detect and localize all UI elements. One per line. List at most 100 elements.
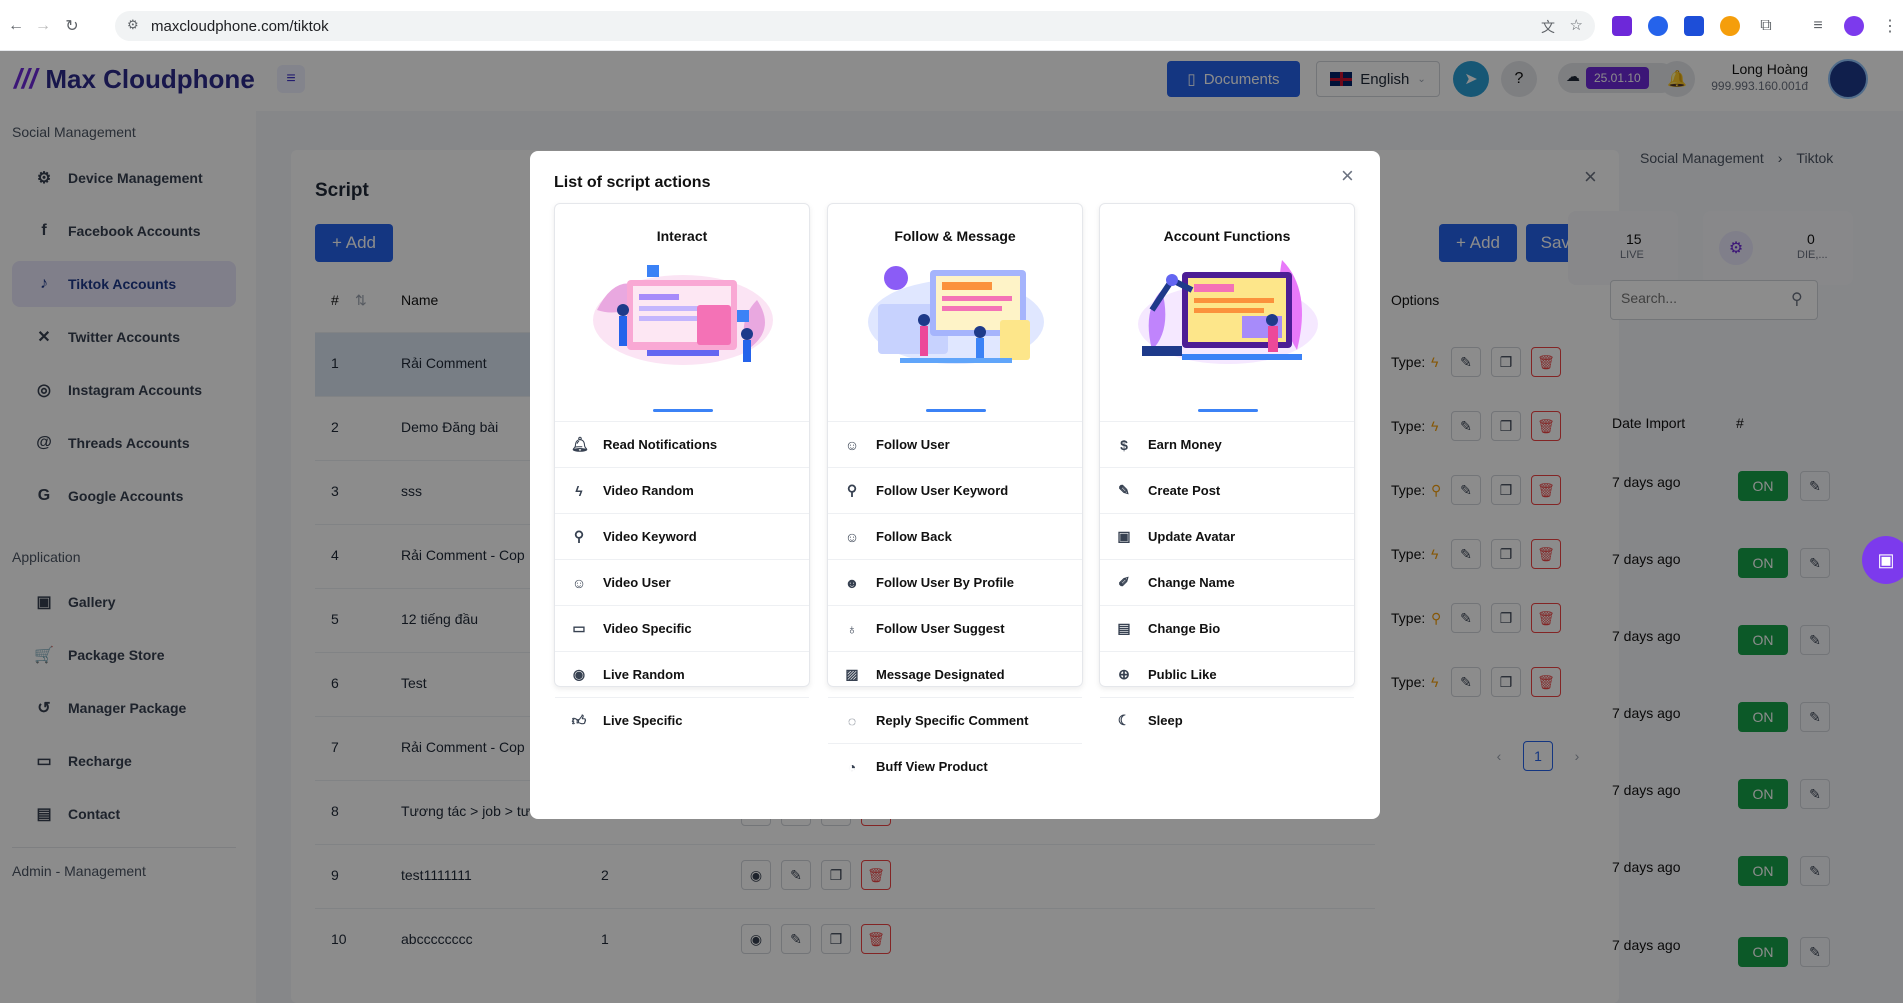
column-title: Follow & Message — [894, 228, 1016, 244]
action-list: 🔔︎ Read Notifications ϟ Video Random ⚲ Vide… — [555, 421, 809, 743]
progress-bar — [926, 409, 986, 412]
bell-icon: 🔔︎ — [571, 436, 589, 452]
edit-square-icon: ✎ — [1118, 482, 1130, 498]
progress-bar — [1198, 409, 1258, 412]
action-label: Follow User By Profile — [876, 575, 1014, 590]
back-icon[interactable]: ← — [6, 16, 26, 36]
id-card-icon: ▤ — [1117, 620, 1131, 636]
action-column-interact: Interact 🔔︎ Read Notifications ϟ Video Ran… — [554, 203, 810, 728]
url-text: maxcloudphone.com/tiktok — [151, 18, 329, 35]
action-label: Sleep — [1148, 713, 1183, 728]
bulb-icon: ♁ — [846, 620, 858, 637]
action-label: Change Bio — [1148, 621, 1221, 636]
pencil-icon: ✐ — [1118, 574, 1130, 590]
action-label: Follow User Suggest — [876, 621, 1005, 636]
extension-icon[interactable] — [1648, 16, 1668, 36]
action-change-name[interactable]: ✐ Change Name — [1100, 559, 1354, 605]
action-list: $ Earn Money ✎ Create Post ▣ Update Avatar … — [1100, 421, 1354, 743]
site-info-icon[interactable]: ⚙ — [127, 17, 139, 33]
action-label: Video Specific — [603, 621, 692, 636]
translate-icon[interactable]: 文 — [1541, 17, 1555, 37]
comment-icon: ◌ — [847, 712, 857, 729]
action-label: Message Designated — [876, 667, 1005, 682]
action-column-account-functions: Account Functions $ Earn Money ✎ Create Po… — [1099, 203, 1355, 728]
address-bar[interactable]: ⚙ maxcloudphone.com/tiktok 文 ☆ — [115, 11, 1595, 41]
bookmark-star-icon[interactable]: ☆ — [1570, 16, 1583, 34]
action-buff-view-product[interactable]: ◔ Buff View Product — [828, 743, 1082, 789]
action-label: Update Avatar — [1148, 529, 1236, 544]
eye-icon: ◉ — [572, 666, 586, 682]
action-message-designated[interactable]: ▨ Message Designated — [828, 651, 1082, 697]
extensions-puzzle-icon[interactable]: ⧉ — [1756, 16, 1776, 36]
action-video-keyword[interactable]: ⚲ Video Keyword — [555, 513, 809, 559]
action-label: Live Specific — [603, 713, 683, 728]
action-live-random[interactable]: ◉ Live Random — [555, 651, 809, 697]
action-label: Change Name — [1148, 575, 1235, 590]
browser-toolbar: ← → ↻ ⚙ maxcloudphone.com/tiktok 文 ☆ ⧉ ≡… — [0, 0, 1903, 51]
action-follow-user-suggest[interactable]: ♁ Follow User Suggest — [828, 605, 1082, 651]
user-follow-icon: ☺ — [844, 436, 860, 453]
action-public-like[interactable]: ⊕ Public Like — [1100, 651, 1354, 697]
script-actions-modal: List of script actions × Interact 🔔︎ Read… — [530, 151, 1380, 819]
action-label: Buff View Product — [876, 759, 988, 774]
action-follow-user[interactable]: ☺ Follow User — [828, 421, 1082, 467]
action-label: Follow Back — [876, 529, 952, 544]
action-video-user[interactable]: ☺ Video User — [555, 559, 809, 605]
modal-title: List of script actions — [554, 174, 711, 191]
dollar-icon: $ — [1120, 436, 1128, 453]
search-icon: ⚲ — [573, 528, 585, 544]
user-icon: ☺ — [571, 574, 587, 591]
progress-bar — [653, 409, 713, 412]
action-reply-specific-comment[interactable]: ◌ Reply Specific Comment — [828, 697, 1082, 743]
action-label: Read Notifications — [603, 437, 718, 452]
reload-icon[interactable]: ↻ — [62, 16, 82, 36]
gauge-icon: ◔ — [847, 758, 857, 775]
forward-icon[interactable]: → — [33, 16, 53, 36]
image-icon: ▣ — [1117, 528, 1131, 544]
user-back-icon: ☺ — [844, 528, 860, 545]
interact-illustration — [593, 265, 773, 365]
action-label: Earn Money — [1148, 437, 1222, 452]
close-icon[interactable]: × — [1341, 163, 1354, 189]
thumbs-up-icon: 👍︎ — [571, 712, 587, 728]
action-earn-money[interactable]: $ Earn Money — [1100, 421, 1354, 467]
action-label: Video Random — [603, 483, 694, 498]
action-list: ☺ Follow User ⚲ Follow User Keyword ☺ Follo… — [828, 421, 1082, 789]
action-follow-back[interactable]: ☺ Follow Back — [828, 513, 1082, 559]
account-functions-illustration — [1138, 260, 1318, 364]
action-label: Live Random — [603, 667, 685, 682]
action-label: Follow User — [876, 437, 950, 452]
action-label: Video Keyword — [603, 529, 697, 544]
action-label: Follow User Keyword — [876, 483, 1009, 498]
user-search-icon: ☻ — [844, 574, 860, 591]
video-icon: ▭ — [572, 620, 586, 636]
action-create-post[interactable]: ✎ Create Post — [1100, 467, 1354, 513]
action-column-follow-message: Follow & Message ☺ Follow User ⚲ Follow Us… — [827, 203, 1083, 775]
action-change-bio[interactable]: ▤ Change Bio — [1100, 605, 1354, 651]
floating-action-button[interactable]: ▣ — [1862, 536, 1903, 584]
action-live-specific[interactable]: 👍︎ Live Specific — [555, 697, 809, 743]
media-icon[interactable]: ≡ — [1808, 16, 1828, 36]
action-follow-user-by-profile[interactable]: ☻ Follow User By Profile — [828, 559, 1082, 605]
column-title: Account Functions — [1163, 228, 1291, 244]
extension-icon[interactable] — [1684, 16, 1704, 36]
action-label: Create Post — [1148, 483, 1221, 498]
action-update-avatar[interactable]: ▣ Update Avatar — [1100, 513, 1354, 559]
menu-icon[interactable]: ⋮ — [1880, 16, 1900, 36]
action-video-specific[interactable]: ▭ Video Specific — [555, 605, 809, 651]
action-video-random[interactable]: ϟ Video Random — [555, 467, 809, 513]
action-read-notifications[interactable]: 🔔︎ Read Notifications — [555, 421, 809, 467]
message-icon: ▨ — [845, 666, 859, 682]
globe-icon: ⊕ — [1118, 666, 1130, 682]
profile-avatar[interactable] — [1844, 16, 1864, 36]
action-label: Video User — [603, 575, 671, 590]
action-follow-user-keyword[interactable]: ⚲ Follow User Keyword — [828, 467, 1082, 513]
search-icon: ⚲ — [846, 482, 858, 498]
follow-message-illustration — [868, 266, 1044, 364]
extension-icon[interactable] — [1612, 16, 1632, 36]
action-label: Public Like — [1148, 667, 1217, 682]
extension-icon[interactable] — [1720, 16, 1740, 36]
action-sleep[interactable]: ☾ Sleep — [1100, 697, 1354, 743]
moon-icon: ☾ — [1117, 712, 1131, 728]
action-label: Reply Specific Comment — [876, 713, 1029, 728]
